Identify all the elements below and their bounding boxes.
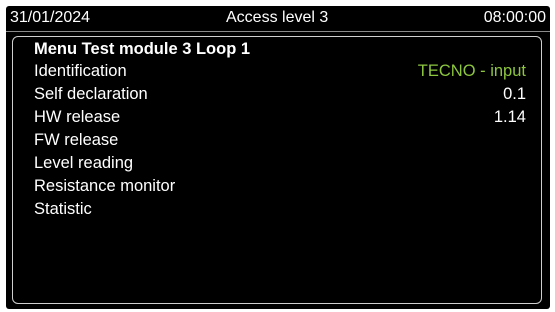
menu-list: Identification TECNO - input Self declar… xyxy=(34,60,526,221)
menu-item-identification[interactable]: Identification TECNO - input xyxy=(34,60,526,83)
menu-item-self-declaration[interactable]: Self declaration 0.1 xyxy=(34,83,526,106)
menu-item-value: TECNO - input xyxy=(417,62,526,80)
menu-title: Menu Test module 3 Loop 1 xyxy=(34,40,251,58)
status-bar: 31/01/2024 Access level 3 08:00:00 xyxy=(6,6,550,29)
menu-item-value: 1.14 xyxy=(493,108,526,126)
menu-item-fw-release[interactable]: FW release xyxy=(34,129,526,152)
menu-item-label: Resistance monitor xyxy=(34,177,176,195)
menu-item-label: Level reading xyxy=(34,154,134,172)
status-access-level: Access level 3 xyxy=(226,9,329,26)
menu-item-label: HW release xyxy=(34,108,121,126)
menu-item-hw-release[interactable]: HW release 1.14 xyxy=(34,106,526,129)
menu-item-resistance-monitor[interactable]: Resistance monitor xyxy=(34,175,526,198)
menu-item-level-reading[interactable]: Level reading xyxy=(34,152,526,175)
menu-item-statistic[interactable]: Statistic xyxy=(34,198,526,221)
menu-item-label: Statistic xyxy=(34,200,92,218)
menu-item-label: Identification xyxy=(34,62,127,80)
status-time: 08:00:00 xyxy=(483,9,546,26)
menu-item-value: 0.1 xyxy=(503,85,526,103)
status-divider xyxy=(6,31,550,32)
menu-item-label: Self declaration xyxy=(34,85,148,103)
menu-item-label: FW release xyxy=(34,131,119,149)
status-date: 31/01/2024 xyxy=(10,9,91,26)
